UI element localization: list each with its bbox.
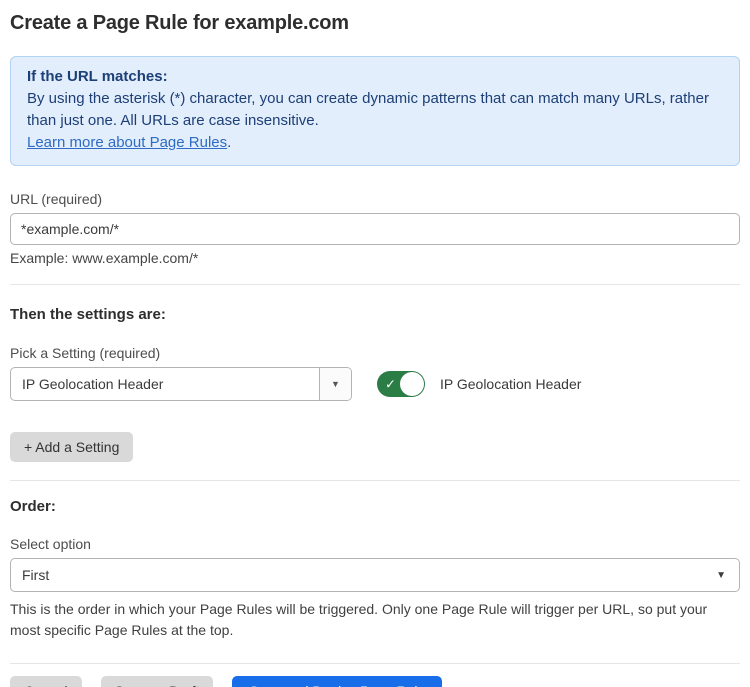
divider [10,284,740,285]
order-section-heading: Order: [10,498,740,515]
pick-setting-label: Pick a Setting (required) [10,345,740,361]
info-box-link-line: Learn more about Page Rules. [27,132,723,154]
order-select[interactable]: First ▼ [10,558,740,592]
learn-more-link[interactable]: Learn more about Page Rules [27,134,227,151]
setting-select-value: IP Geolocation Header [11,376,163,392]
form-actions: Cancel Save as Draft Save and Deploy Pag… [10,676,740,687]
order-helper-text: This is the order in which your Page Rul… [10,599,740,641]
save-draft-button[interactable]: Save as Draft [101,676,214,687]
info-box-body: By using the asterisk (*) character, you… [27,88,723,132]
page-title: Create a Page Rule for example.com [10,12,740,35]
settings-section-heading: Then the settings are: [10,306,740,323]
chevron-down-icon[interactable]: ▼ [319,368,351,400]
check-icon: ✓ [385,378,396,391]
setting-row: IP Geolocation Header ▼ ✓ IP Geolocation… [10,367,740,401]
select-arrow-icon: ▼ [716,570,726,581]
toggle-knob [400,372,424,396]
info-link-period: . [227,134,231,151]
url-input[interactable] [10,213,740,245]
setting-select[interactable]: IP Geolocation Header ▼ [10,367,352,401]
divider [10,663,740,664]
url-match-info-box: If the URL matches: By using the asteris… [10,56,740,166]
select-option-label: Select option [10,536,740,552]
order-select-value: First [22,567,49,583]
ip-geolocation-toggle[interactable]: ✓ [377,371,425,397]
create-page-rule-form: Create a Page Rule for example.com If th… [0,0,750,687]
info-box-heading: If the URL matches: [27,66,723,88]
cancel-button[interactable]: Cancel [10,676,82,687]
save-deploy-button[interactable]: Save and Deploy Page Rule [232,676,442,687]
toggle-label: IP Geolocation Header [440,376,581,392]
url-example-helper: Example: www.example.com/* [10,250,740,266]
divider [10,480,740,481]
toggle-group: ✓ IP Geolocation Header [377,371,581,397]
url-label: URL (required) [10,191,740,207]
add-setting-button[interactable]: + Add a Setting [10,432,133,462]
